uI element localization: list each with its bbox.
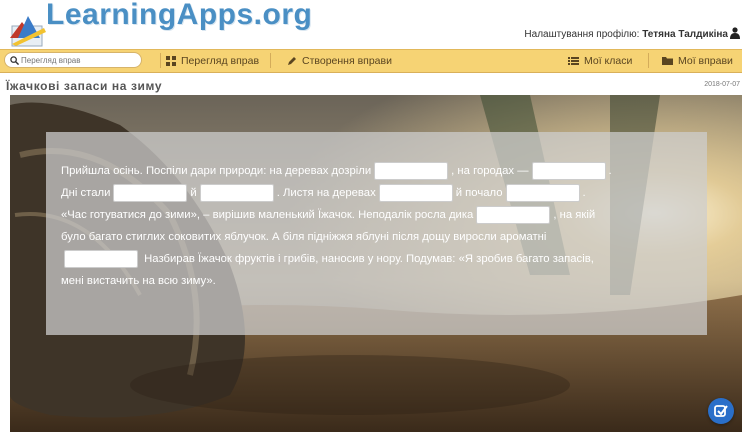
pencil-icon (288, 57, 296, 65)
answer-slot[interactable] (378, 184, 453, 203)
title-row: Їжачкові запаси на зиму 2018-07-07 (0, 73, 742, 95)
logo-text[interactable]: LearningApps.org (46, 0, 312, 30)
nav-classes-label: Мої класи (584, 55, 633, 67)
answer-slot[interactable] (531, 162, 606, 181)
nav-divider (648, 53, 649, 68)
folder-icon (662, 57, 673, 65)
nav-my-apps[interactable]: Мої вправи (662, 53, 733, 69)
profile-settings[interactable]: Налаштування профілю: Тетяна Талдикіна (524, 29, 728, 40)
text-segment: «Час готуватися до зими», – вирішив мале… (61, 209, 474, 221)
text-segment: . Листя на деревах (276, 187, 376, 199)
text-segment: й (190, 187, 197, 199)
grid-icon (166, 56, 176, 66)
check-icon (714, 405, 728, 417)
answer-slot[interactable] (64, 250, 138, 269)
nav-create[interactable]: Створення вправи (287, 53, 392, 69)
text-segment: , на якій (553, 209, 596, 221)
nav-my-apps-label: Мої вправи (678, 55, 733, 67)
search-box[interactable] (4, 52, 142, 68)
search-input[interactable] (21, 54, 136, 66)
text-segment: . (608, 165, 612, 177)
check-answers-button[interactable] (708, 398, 734, 424)
answer-slot[interactable] (113, 184, 188, 203)
answer-slot[interactable] (374, 162, 449, 181)
user-name[interactable]: Тетяна Талдикіна (642, 29, 728, 40)
answer-slot[interactable] (199, 184, 274, 203)
header: LearningApps.org Налаштування профілю: Т… (0, 0, 742, 48)
user-icon[interactable] (730, 27, 740, 39)
text-segment: було багато стиглих соковитих яблучок. А… (61, 231, 547, 243)
text-segment: Прийшла осінь. Поспіли дари природи: на … (61, 165, 372, 177)
nav-browse[interactable]: Перегляд вправ (166, 53, 259, 69)
exercise-text: Прийшла осінь. Поспіли дари природи: на … (61, 160, 701, 292)
answer-slot[interactable] (505, 184, 580, 203)
nav-classes[interactable]: Мої класи (568, 53, 632, 69)
text-segment: , на городах — (451, 165, 529, 177)
text-segment: й почало (455, 187, 503, 199)
nav-divider (160, 53, 161, 68)
text-segment: Дні стали (61, 187, 111, 199)
nav-browse-label: Перегляд вправ (181, 55, 260, 67)
text-segment: мені вистачить на всю зиму». (61, 275, 216, 287)
answer-slot[interactable] (476, 206, 551, 225)
exercise-background: Прийшла осінь. Поспіли дари природи: на … (10, 95, 742, 432)
profile-settings-label: Налаштування профілю: (524, 29, 640, 40)
nav-divider (270, 53, 271, 68)
search-icon (10, 56, 19, 65)
text-segment: Назбирав Їжачок фруктів і грибів, наноси… (144, 253, 594, 265)
list-icon (568, 57, 579, 65)
nav-create-label: Створення вправи (302, 55, 392, 67)
nav-bar: Перегляд вправ Створення вправи Мої клас… (0, 49, 742, 73)
exercise-panel: Прийшла осінь. Поспіли дари природи: на … (46, 132, 707, 335)
text-segment: . (582, 187, 586, 199)
date: 2018-07-07 (704, 81, 740, 88)
page-title: Їжачкові запаси на зиму (6, 79, 163, 93)
